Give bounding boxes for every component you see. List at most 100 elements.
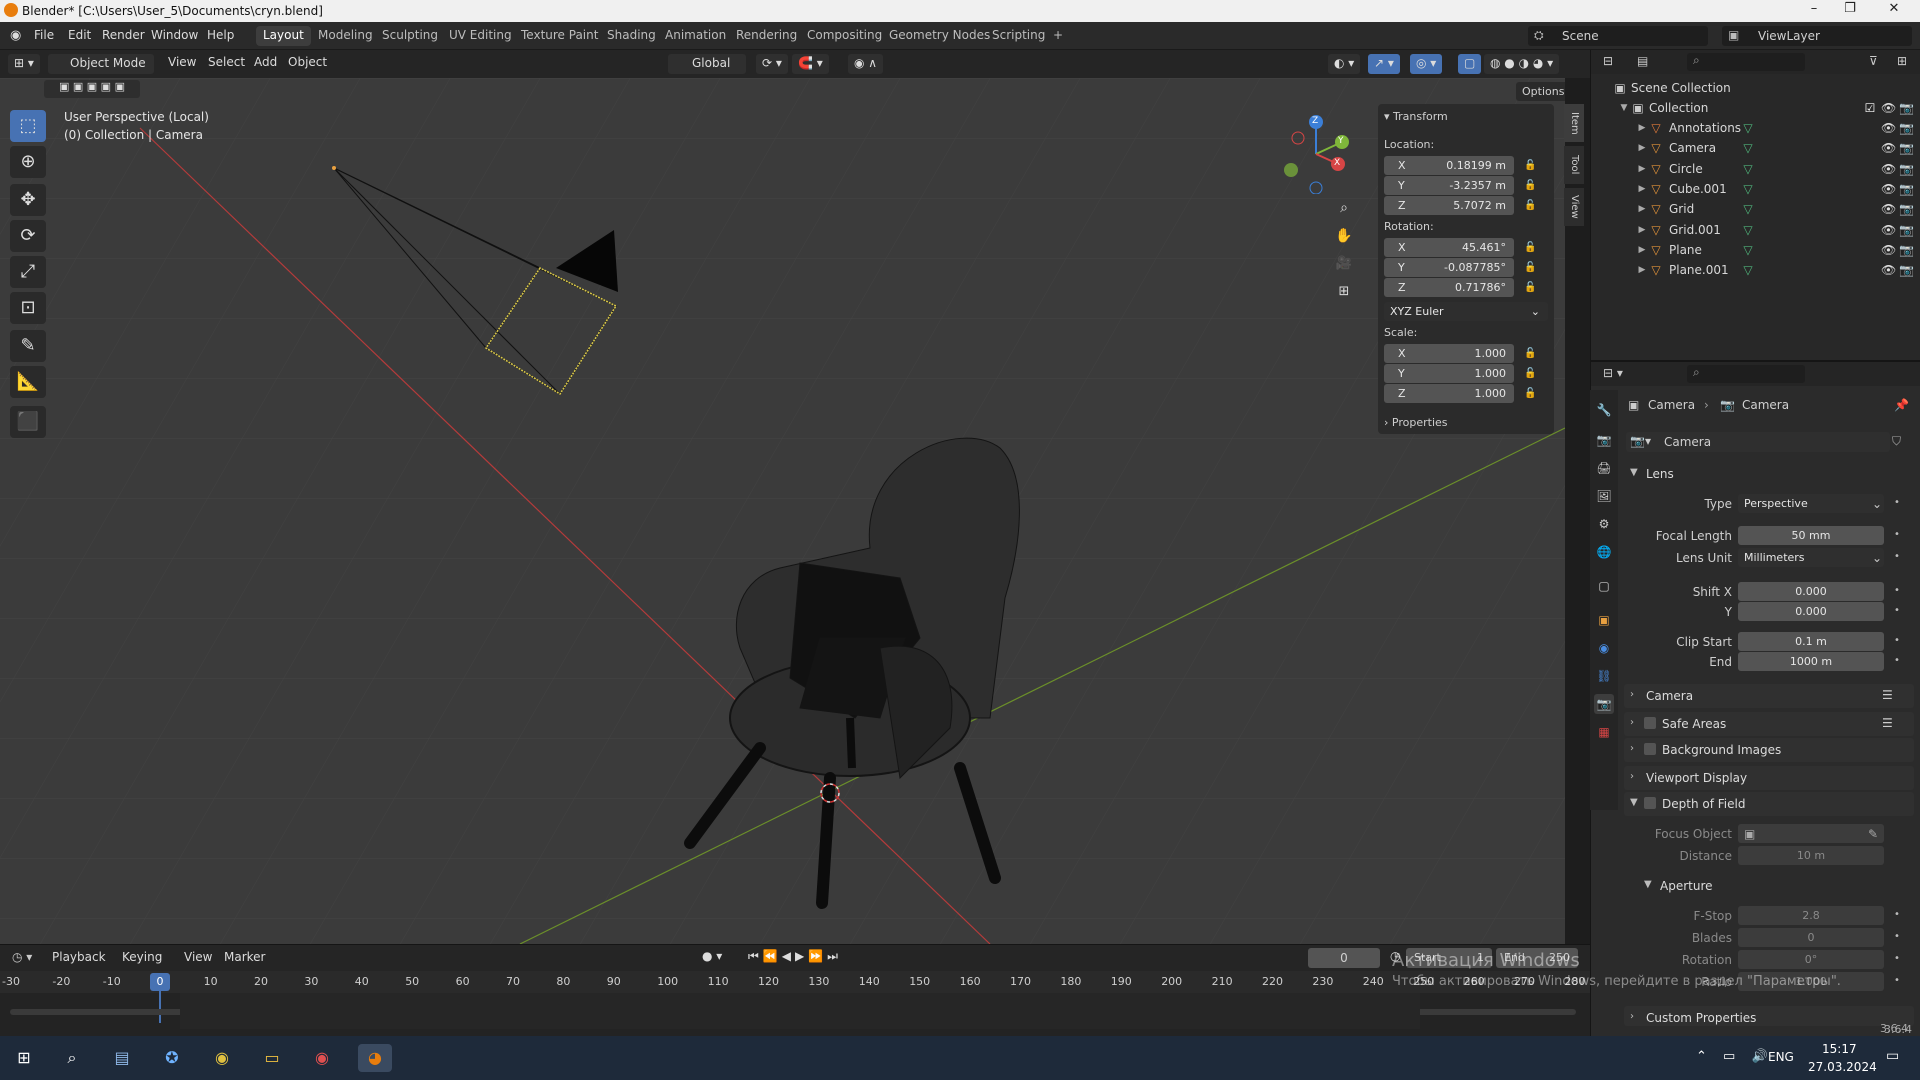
maximize-button[interactable]: ❐	[1834, 1, 1866, 21]
tab-compositing[interactable]: Compositing	[800, 26, 889, 46]
tab-item[interactable]: Item	[1564, 104, 1584, 142]
camera-datablock-selector[interactable]: 📷▾ Camera	[1626, 432, 1890, 452]
section-checkbox[interactable]	[1644, 717, 1656, 729]
tab-animation[interactable]: Animation	[658, 26, 733, 46]
chrome-profile-icon[interactable]: ◉	[308, 1044, 336, 1072]
display-mode-icon[interactable]: ▤	[1637, 54, 1648, 68]
rotation-mode-dropdown[interactable]: XYZ Euler ⌄	[1384, 302, 1548, 321]
scene-selector[interactable]: ⛭ Scene	[1528, 26, 1708, 46]
lens-row-field[interactable]: 50 mm	[1738, 526, 1884, 545]
menu-help[interactable]: Help	[207, 28, 234, 42]
outliner-search-input[interactable]: ⌕	[1687, 53, 1805, 71]
outliner-item-camera[interactable]: ▶ ▽ Camera ▽ 👁 📷	[1591, 138, 1920, 158]
mesh-data-icon[interactable]: ▽	[1741, 243, 1755, 257]
menu-view[interactable]: View	[184, 950, 212, 964]
outliner-item-plane[interactable]: ▶ ▽ Plane ▽ 👁 📷	[1591, 240, 1920, 260]
mesh-data-icon[interactable]: ▽	[1741, 263, 1755, 277]
add-cube-tool[interactable]: ⬛	[10, 406, 46, 438]
tab-geometry-nodes[interactable]: Geometry Nodes	[882, 26, 997, 46]
eye-icon[interactable]: 👁	[1881, 263, 1896, 277]
snap-button[interactable]: 🧲 ▾	[792, 54, 829, 74]
aperture-row-field[interactable]: 0	[1738, 928, 1884, 947]
close-button[interactable]: ✕	[1878, 1, 1910, 21]
timeline-ruler[interactable]: -30 -20 -10 10 20 30 40 50 60 70 80 90 100 110 120 130 1…	[0, 971, 1590, 993]
location-y-field[interactable]: Y -3.2357 m	[1384, 176, 1514, 195]
minimize-button[interactable]: –	[1798, 1, 1830, 21]
lens-row-field[interactable]: 0.000	[1738, 602, 1884, 621]
keyframe-dot-icon[interactable]: •	[1894, 975, 1900, 986]
menu-edit[interactable]: Edit	[68, 28, 91, 42]
eye-icon[interactable]: 👁	[1881, 243, 1896, 257]
render-camera-icon[interactable]: 📷	[1899, 223, 1914, 237]
visibility-button[interactable]: ◐ ▾	[1328, 54, 1361, 74]
dof-row-field[interactable]: 10 m	[1738, 846, 1884, 865]
expand-icon[interactable]: ▶	[1635, 162, 1649, 176]
render-camera-icon[interactable]: 📷	[1899, 263, 1914, 277]
keyframe-dot-icon[interactable]: •	[1894, 953, 1900, 964]
eye-icon[interactable]: 👁	[1881, 141, 1896, 155]
rotation-z-field[interactable]: Z 0.71786°	[1384, 278, 1514, 297]
render-camera-icon[interactable]: 📷	[1899, 101, 1914, 115]
playhead[interactable]: 0	[150, 973, 170, 991]
scene-tab-icon[interactable]: ⚙	[1594, 514, 1614, 534]
3d-viewport[interactable]: User Perspective (Local) (0) Collection …	[0, 78, 1565, 944]
lens-section-header[interactable]: ▼ Lens	[1624, 462, 1914, 486]
eye-icon[interactable]: 👁	[1881, 101, 1896, 115]
record-button[interactable]: ● ▾	[702, 949, 722, 963]
render-tab-icon[interactable]: 📷	[1594, 430, 1614, 450]
pan-hand-icon[interactable]: ✋	[1332, 224, 1356, 248]
camera-data-tab-icon[interactable]: 📷	[1594, 694, 1614, 714]
file-explorer-icon[interactable]: ▭	[258, 1044, 286, 1072]
menu-marker[interactable]: Marker	[224, 950, 265, 964]
lock-icon[interactable]: 🔓	[1524, 368, 1536, 380]
outliner-item-circle[interactable]: ▶ ▽ Circle ▽ 👁 📷	[1591, 159, 1920, 179]
lock-icon[interactable]: 🔓	[1524, 180, 1536, 192]
chrome-icon[interactable]: ◉	[208, 1044, 236, 1072]
playback-controls[interactable]: ⏮⏪◀▶⏩⏭	[748, 949, 842, 964]
aperture-row-field[interactable]: 0°	[1738, 950, 1884, 969]
system-tray-icons[interactable]: ⌃ ▭ 🔊	[1696, 1049, 1774, 1064]
menu-playback[interactable]: Playback	[52, 950, 106, 964]
tab-layout[interactable]: Layout	[256, 26, 311, 46]
tab-shading[interactable]: Shading	[600, 26, 663, 46]
camera-view-icon[interactable]: 🎥	[1332, 252, 1356, 276]
lens-row-field[interactable]: 0.000	[1738, 582, 1884, 601]
lens-row-field[interactable]: 1000 m	[1738, 652, 1884, 671]
editor-type-button[interactable]: ⊞ ▾	[8, 54, 40, 74]
collection-tab-icon[interactable]: ▢	[1594, 576, 1614, 596]
menu-keying[interactable]: Keying	[122, 950, 162, 964]
keyframe-dot-icon[interactable]: •	[1894, 605, 1900, 616]
clock-time[interactable]: 15:17	[1822, 1042, 1857, 1056]
transform-header[interactable]: ▾ Transform	[1384, 110, 1448, 123]
tab-texture-paint[interactable]: Texture Paint	[514, 26, 605, 46]
current-frame-field[interactable]: 0	[1308, 948, 1380, 968]
rotate-tool[interactable]: ⟳	[10, 220, 46, 252]
lock-icon[interactable]: 🔓	[1524, 282, 1536, 294]
annotate-tool[interactable]: ✎	[10, 330, 46, 362]
menu-add[interactable]: Add	[254, 55, 277, 69]
texture-tab-icon[interactable]: ▦	[1594, 722, 1614, 742]
viewlayer-selector[interactable]: ▣ ViewLayer	[1722, 26, 1912, 46]
eye-icon[interactable]: 👁	[1881, 223, 1896, 237]
lock-icon[interactable]: 🔓	[1524, 262, 1536, 274]
section-checkbox[interactable]	[1644, 797, 1656, 809]
aperture-row-field[interactable]: 2.8	[1738, 906, 1884, 925]
lock-icon[interactable]: 🔓	[1524, 388, 1536, 400]
outliner-item-plane-001[interactable]: ▶ ▽ Plane.001 ▽ 👁 📷	[1591, 260, 1920, 280]
lock-icon[interactable]: 🔓	[1524, 242, 1536, 254]
proportional-button[interactable]: ◉ ∧	[848, 54, 884, 74]
outliner-item-cube-001[interactable]: ▶ ▽ Cube.001 ▽ 👁 📷	[1591, 179, 1920, 199]
transform-tool[interactable]: ⊡	[10, 292, 46, 324]
keyframe-dot-icon[interactable]: •	[1894, 635, 1900, 646]
scale-x-field[interactable]: X 1.000	[1384, 344, 1514, 363]
add-workspace-button[interactable]: +	[1046, 26, 1070, 46]
lock-icon[interactable]: 🔓	[1524, 160, 1536, 172]
lens-row-field[interactable]: 0.1 m	[1738, 632, 1884, 651]
keyframe-dot-icon[interactable]: •	[1894, 585, 1900, 596]
render-camera-icon[interactable]: 📷	[1899, 121, 1914, 135]
lens-row-field[interactable]: Perspective	[1738, 494, 1884, 513]
section-safe-areas[interactable]: › Safe Areas ☰	[1624, 712, 1914, 736]
expand-icon[interactable]: ▶	[1635, 141, 1649, 155]
tab-scripting[interactable]: Scripting	[985, 26, 1052, 46]
menu-object[interactable]: Object	[288, 55, 327, 69]
